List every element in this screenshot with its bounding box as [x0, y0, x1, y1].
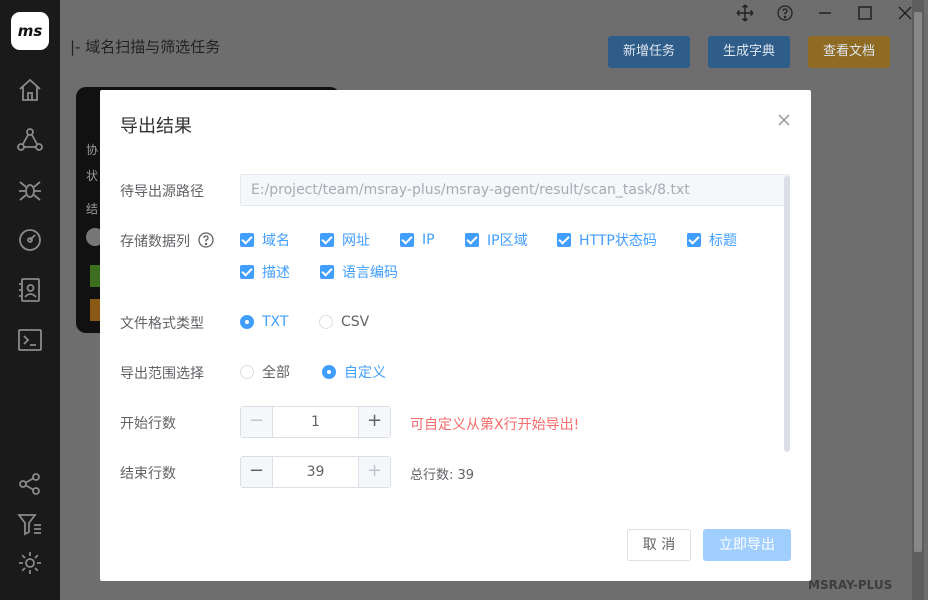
increment-button[interactable]: + — [358, 407, 390, 437]
end-row-stepper: − 39 + — [240, 456, 391, 488]
dialog-scrollbar[interactable] — [784, 176, 790, 452]
card-label: 结 — [86, 202, 99, 216]
dialog-title: 导出结果 — [120, 116, 192, 137]
checkbox-box[interactable] — [320, 233, 334, 247]
checkbox-label: 域名 — [262, 233, 290, 249]
source-path-input[interactable]: E:/project/team/msray-plus/msray-agent/r… — [240, 174, 790, 206]
checkbox-label: 语言编码 — [342, 265, 398, 281]
watermark: MSRAY-PLUS — [808, 578, 893, 592]
checkbox-label: IP区域 — [487, 233, 528, 249]
new-task-button[interactable]: 新增任务 — [608, 36, 691, 68]
card-label: 协 — [86, 143, 99, 157]
column-checkbox-http-status[interactable]: HTTP状态码 — [557, 230, 657, 250]
app-logo: ms — [11, 12, 49, 50]
export-now-button[interactable]: 立即导出 — [703, 529, 791, 561]
decrement-button[interactable]: − — [241, 407, 273, 437]
column-checkbox-ip-region[interactable]: IP区域 — [465, 230, 528, 250]
total-rows-text: 总行数: 39 — [410, 468, 475, 483]
checkbox-label: HTTP状态码 — [579, 233, 657, 249]
sidebar: ms — [0, 0, 60, 600]
checkbox-box[interactable] — [240, 233, 254, 247]
format-radio-txt[interactable]: TXT — [240, 312, 288, 332]
generate-dict-button[interactable]: 生成字典 — [708, 36, 791, 68]
minimize-icon[interactable] — [816, 4, 834, 22]
terminal-icon[interactable] — [16, 326, 44, 354]
card-label: 状 — [86, 169, 99, 183]
decrement-button[interactable]: − — [241, 457, 273, 487]
checkbox-label: 标题 — [709, 233, 737, 249]
format-label: 文件格式类型 — [120, 316, 204, 332]
page-scrollbar-thumb[interactable] — [914, 12, 922, 552]
column-checkbox-url[interactable]: 网址 — [320, 230, 370, 250]
range-radio-custom[interactable]: 自定义 — [322, 362, 386, 382]
range-label: 导出范围选择 — [120, 366, 204, 382]
checkbox-box[interactable] — [240, 265, 254, 279]
checkbox-box[interactable] — [465, 233, 479, 247]
radio-label: TXT — [262, 314, 289, 330]
increment-button[interactable]: + — [358, 457, 390, 487]
close-icon[interactable] — [776, 112, 792, 128]
start-row-label: 开始行数 — [120, 416, 176, 432]
end-row-label: 结束行数 — [120, 466, 176, 482]
radio-label: CSV — [341, 314, 370, 330]
export-dialog: 导出结果 待导出源路径 E:/project/team/msray-plus/m… — [100, 90, 811, 581]
spider-icon[interactable] — [16, 176, 44, 204]
column-checkbox-encoding[interactable]: 语言编码 — [320, 262, 398, 282]
radio-circle[interactable] — [240, 365, 254, 379]
range-radio-all[interactable]: 全部 — [240, 362, 290, 382]
checkbox-label: 网址 — [342, 233, 370, 249]
column-checkbox-title[interactable]: 标题 — [687, 230, 737, 250]
window-controls — [736, 4, 914, 22]
gauge-icon[interactable] — [16, 226, 44, 254]
start-row-input[interactable]: 1 — [273, 407, 358, 437]
question-icon[interactable] — [198, 232, 214, 248]
gear-icon[interactable] — [16, 549, 44, 577]
checkbox-box[interactable] — [320, 265, 334, 279]
radio-label: 自定义 — [344, 365, 386, 381]
checkbox-label: 描述 — [262, 265, 290, 281]
logo-text: ms — [17, 22, 43, 40]
start-row-hint: 可自定义从第X行开始导出! — [410, 417, 580, 433]
cancel-button[interactable]: 取 消 — [627, 529, 691, 561]
move-icon[interactable] — [736, 4, 754, 22]
checkbox-box[interactable] — [557, 233, 571, 247]
share-icon[interactable] — [16, 470, 44, 498]
radio-circle[interactable] — [322, 365, 336, 379]
help-circle-icon[interactable] — [776, 4, 794, 22]
end-row-input[interactable]: 39 — [273, 457, 358, 487]
radio-circle[interactable] — [319, 315, 333, 329]
column-checkbox-ip[interactable]: IP — [400, 230, 435, 250]
maximize-icon[interactable] — [856, 4, 874, 22]
radio-circle[interactable] — [240, 315, 254, 329]
format-radio-csv[interactable]: CSV — [319, 312, 369, 332]
checkbox-label: IP — [422, 232, 435, 248]
home-icon[interactable] — [16, 76, 44, 104]
checkbox-box[interactable] — [687, 233, 701, 247]
columns-label: 存储数据列 — [120, 234, 190, 250]
contact-icon[interactable] — [16, 276, 44, 304]
page-scrollbar[interactable] — [912, 0, 924, 600]
filter-icon[interactable] — [16, 510, 44, 538]
nodes-icon[interactable] — [16, 126, 44, 154]
column-checkbox-domain[interactable]: 域名 — [240, 230, 290, 250]
start-row-stepper: − 1 + — [240, 406, 391, 438]
view-docs-button[interactable]: 查看文档 — [808, 36, 891, 68]
checkbox-box[interactable] — [400, 233, 414, 247]
radio-label: 全部 — [262, 365, 290, 381]
column-checkbox-description[interactable]: 描述 — [240, 262, 290, 282]
source-path-label: 待导出源路径 — [120, 184, 204, 200]
page-title: |- 域名扫描与筛选任务 — [70, 38, 221, 56]
